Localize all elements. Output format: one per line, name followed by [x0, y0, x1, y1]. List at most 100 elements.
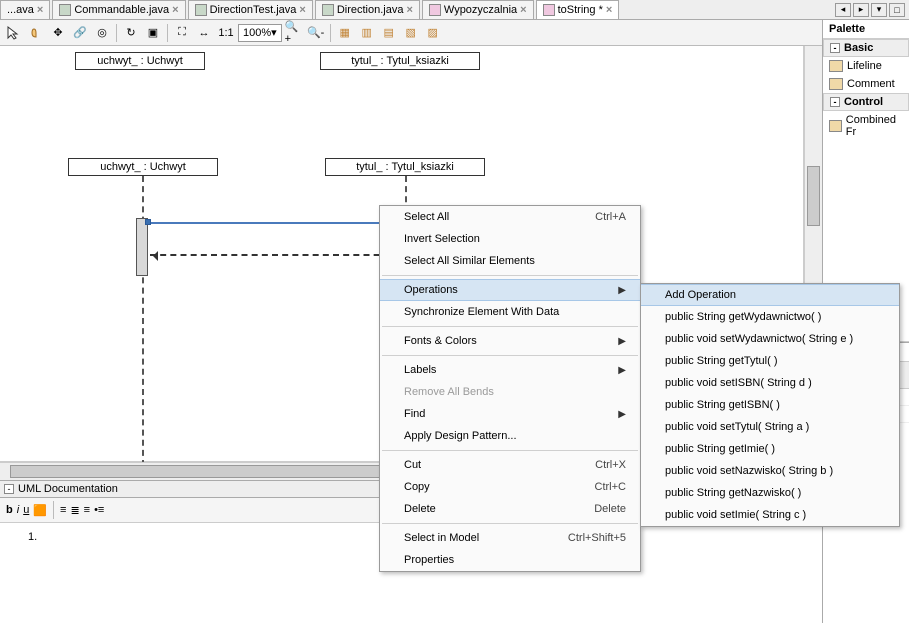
collapse-icon[interactable]: -	[4, 484, 14, 494]
layout-2[interactable]: ▥	[357, 23, 377, 43]
pointer-tool[interactable]	[4, 23, 24, 43]
close-icon[interactable]: ×	[299, 4, 305, 16]
link-tool[interactable]: 🔗	[70, 23, 90, 43]
context-menu: Select AllCtrl+A Invert Selection Select…	[379, 205, 641, 572]
palette-title: Palette	[823, 20, 909, 39]
italic-button[interactable]: i	[17, 504, 19, 516]
menu-delete[interactable]: Delete Delete	[380, 498, 640, 520]
underline-button[interactable]: u	[23, 504, 29, 516]
collapse-icon[interactable]: -	[830, 97, 840, 107]
menu-label: public String getImie( )	[665, 443, 775, 455]
close-icon[interactable]: ×	[520, 4, 526, 16]
lifeline-box-2[interactable]: tytul_ : Tytul_ksiazki	[325, 158, 485, 176]
activation-1[interactable]	[136, 218, 148, 276]
menu-copy[interactable]: CopyCtrl+C	[380, 476, 640, 498]
tab-wypozyczalnia[interactable]: Wypozyczalnia×	[422, 0, 534, 19]
menu-sync[interactable]: Synchronize Element With Data	[380, 301, 640, 323]
menu-operations[interactable]: Operations▶	[380, 279, 640, 301]
group-label: Basic	[844, 42, 873, 54]
submenu-op[interactable]: public String getTytul( )	[641, 350, 899, 372]
actual-button[interactable]: 1:1	[216, 23, 236, 43]
menu-pattern[interactable]: Apply Design Pattern...	[380, 425, 640, 447]
layout-4[interactable]: ▧	[401, 23, 421, 43]
align-right-button[interactable]: ≡	[84, 504, 90, 516]
lifeline-box-1[interactable]: uchwyt_ : Uchwyt	[68, 158, 218, 176]
menu-labels[interactable]: Labels▶	[380, 359, 640, 381]
export-button[interactable]: ▣	[143, 23, 163, 43]
zoom-out-button[interactable]: 🔍-	[306, 23, 326, 43]
align-left-button[interactable]: ≡	[60, 504, 66, 516]
submenu-add-operation[interactable]: Add Operation	[641, 284, 899, 306]
submenu-op[interactable]: public void setTytul( String a )	[641, 416, 899, 438]
menu-properties[interactable]: Properties	[380, 549, 640, 571]
pan-tool[interactable]	[26, 23, 46, 43]
tab-0[interactable]: ...ava×	[0, 0, 50, 19]
palette-group-basic[interactable]: -Basic	[823, 39, 909, 57]
scroll-right-icon[interactable]: ▸	[853, 3, 869, 17]
target-tool[interactable]: ◎	[92, 23, 112, 43]
submenu-op[interactable]: public void setImie( String c )	[641, 504, 899, 526]
palette-item-lifeline[interactable]: Lifeline	[823, 57, 909, 75]
shortcut: Ctrl+A	[555, 211, 626, 223]
call-message[interactable]	[148, 222, 400, 224]
palette-item-combined[interactable]: Combined Fr	[823, 111, 909, 141]
align-center-button[interactable]: ≣	[70, 504, 79, 517]
scroll-left-icon[interactable]: ◂	[835, 3, 851, 17]
separator	[382, 275, 638, 276]
close-icon[interactable]: ×	[606, 4, 612, 16]
header-lifeline-2[interactable]: tytul_ : Tytul_ksiazki	[320, 52, 480, 70]
maximize-icon[interactable]: □	[889, 3, 905, 17]
lifeline-label: uchwyt_ : Uchwyt	[97, 55, 183, 67]
bold-button[interactable]: b	[6, 504, 13, 516]
zoom-in-button[interactable]: 🔍+	[284, 23, 304, 43]
menu-find[interactable]: Find▶	[380, 403, 640, 425]
tab-commandable[interactable]: Commandable.java×	[52, 0, 185, 19]
submenu-op[interactable]: public void setISBN( String d )	[641, 372, 899, 394]
handle-icon[interactable]	[145, 219, 151, 225]
palette-group-control[interactable]: -Control	[823, 93, 909, 111]
layout-5[interactable]: ▨	[423, 23, 443, 43]
close-icon[interactable]: ×	[172, 4, 178, 16]
tab-tostring[interactable]: toString *×	[536, 0, 620, 19]
header-lifeline-1[interactable]: uchwyt_ : Uchwyt	[75, 52, 205, 70]
zoom-input[interactable]: 100% ▾	[238, 24, 282, 42]
scroll-thumb[interactable]	[807, 166, 820, 226]
submenu-op[interactable]: public String getNazwisko( )	[641, 482, 899, 504]
menu-select-model[interactable]: Select in ModelCtrl+Shift+5	[380, 527, 640, 549]
submenu-op[interactable]: public void setNazwisko( String b )	[641, 460, 899, 482]
close-icon[interactable]: ×	[406, 4, 412, 16]
dropdown-icon[interactable]: ▾	[871, 3, 887, 17]
layout-3[interactable]: ▤	[379, 23, 399, 43]
shortcut: Delete	[554, 503, 626, 515]
close-icon[interactable]: ×	[37, 4, 43, 16]
palette-item-comment[interactable]: Comment	[823, 75, 909, 93]
menu-label: Remove All Bends	[404, 386, 494, 398]
submenu-op[interactable]: public String getImie( )	[641, 438, 899, 460]
diagram-icon	[429, 4, 441, 16]
submenu-op[interactable]: public void setWydawnictwo( String e )	[641, 328, 899, 350]
fit-button[interactable]: ⛶	[172, 23, 192, 43]
menu-label: Copy	[404, 481, 430, 493]
diagram-icon	[543, 4, 555, 16]
return-message[interactable]	[150, 254, 400, 256]
nav-tool[interactable]: ✥	[48, 23, 68, 43]
lifeline-label: uchwyt_ : Uchwyt	[100, 161, 186, 173]
menu-invert[interactable]: Invert Selection	[380, 228, 640, 250]
color-button[interactable]: 🟧	[33, 504, 47, 517]
tab-directiontest[interactable]: DirectionTest.java×	[188, 0, 313, 19]
layout-1[interactable]: ▦	[335, 23, 355, 43]
submenu-op[interactable]: public String getISBN( )	[641, 394, 899, 416]
tab-direction[interactable]: Direction.java×	[315, 0, 420, 19]
menu-label: Delete	[404, 503, 436, 515]
refresh-button[interactable]: ↻	[121, 23, 141, 43]
menu-fonts[interactable]: Fonts & Colors▶	[380, 330, 640, 352]
menu-select-all[interactable]: Select AllCtrl+A	[380, 206, 640, 228]
submenu-op[interactable]: public String getWydawnictwo( )	[641, 306, 899, 328]
menu-cut[interactable]: CutCtrl+X	[380, 454, 640, 476]
menu-similar[interactable]: Select All Similar Elements	[380, 250, 640, 272]
tab-label: ...ava	[7, 4, 34, 16]
menu-label: public String getWydawnictwo( )	[665, 311, 821, 323]
bullet-button[interactable]: •≡	[94, 504, 104, 516]
fit-width-button[interactable]: ↔	[194, 23, 214, 43]
collapse-icon[interactable]: -	[830, 43, 840, 53]
